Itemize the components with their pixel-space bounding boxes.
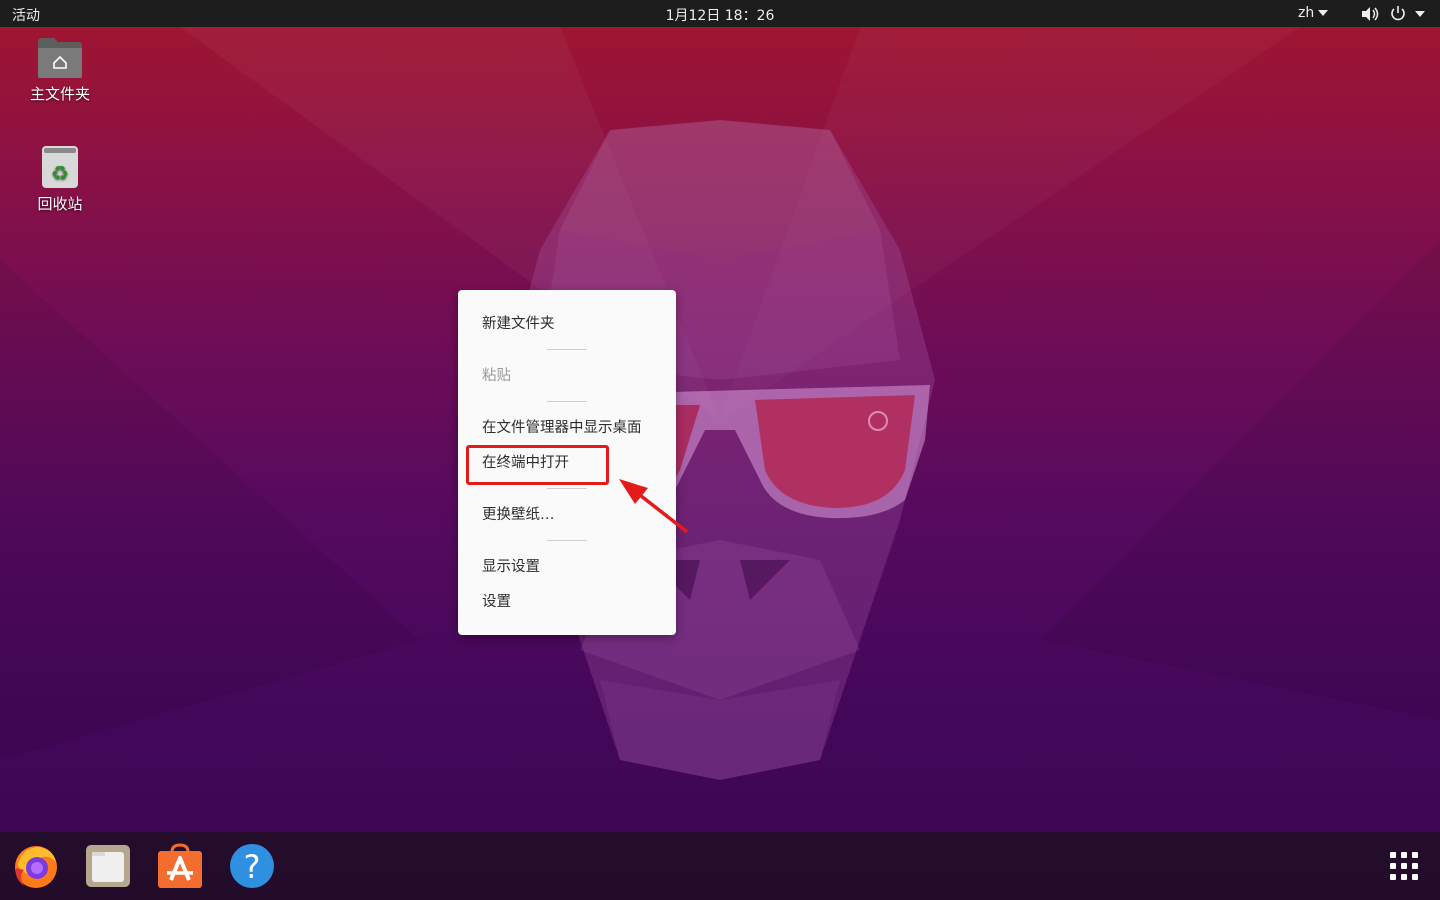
show-applications-button[interactable]	[1380, 842, 1428, 890]
firefox-icon	[15, 846, 57, 888]
system-status-icons	[1362, 6, 1425, 21]
volume-icon	[1362, 7, 1379, 21]
menu-separator	[547, 540, 587, 541]
system-menu-button[interactable]	[1360, 4, 1430, 24]
menu-separator	[547, 488, 587, 489]
clock-button[interactable]: 1月12日 18：26	[620, 5, 820, 25]
svg-text:♻: ♻	[51, 161, 69, 185]
dock-app-help[interactable]: ?	[228, 842, 276, 890]
desktop-icon-label: 回收站	[37, 195, 83, 213]
menu-item-settings[interactable]: 设置	[458, 587, 676, 617]
menu-item-show-desktop-in-files[interactable]: 在文件管理器中显示桌面	[458, 413, 676, 443]
help-icon: ?	[230, 844, 274, 888]
menu-item-change-wallpaper[interactable]: 更换壁纸…	[458, 500, 676, 530]
input-method-label: zh	[1298, 5, 1315, 21]
dock-app-firefox[interactable]	[12, 842, 60, 890]
desktop-icon-home[interactable]: 主文件夹	[10, 36, 110, 104]
menu-separator	[547, 401, 587, 402]
top-bar: 活动 1月12日 18：26 zh	[0, 0, 1440, 27]
menu-item-new-folder[interactable]: 新建文件夹	[458, 309, 676, 339]
dock-app-files[interactable]	[84, 842, 132, 890]
annotation-highlight-box	[466, 445, 609, 485]
home-folder-icon	[38, 38, 82, 78]
svg-text:?: ?	[244, 848, 261, 886]
files-icon	[86, 845, 130, 887]
menu-item-paste: 粘贴	[482, 368, 511, 384]
activities-button[interactable]: 活动	[12, 5, 40, 25]
chevron-down-icon	[1318, 10, 1329, 16]
dock-app-software[interactable]	[156, 842, 204, 890]
wallpaper-gorilla	[0, 27, 1440, 780]
trash-icon: ♻	[42, 146, 78, 188]
menu-item-display-settings[interactable]: 显示设置	[458, 552, 676, 582]
desktop-icon-trash[interactable]: ♻ 回收站	[10, 144, 110, 214]
dock: ?	[0, 832, 1440, 900]
menu-separator	[547, 349, 587, 350]
power-icon	[1391, 6, 1405, 21]
input-method-button[interactable]: zh	[1298, 5, 1329, 21]
software-center-icon	[158, 843, 202, 888]
desktop[interactable]: 活动 1月12日 18：26 zh 主文件夹 ♻ 回收站 新建文件夹 粘贴 在文…	[0, 0, 1440, 900]
chevron-down-icon	[1415, 11, 1425, 17]
app-grid-icon	[1390, 852, 1418, 880]
desktop-icon-label: 主文件夹	[29, 85, 90, 103]
